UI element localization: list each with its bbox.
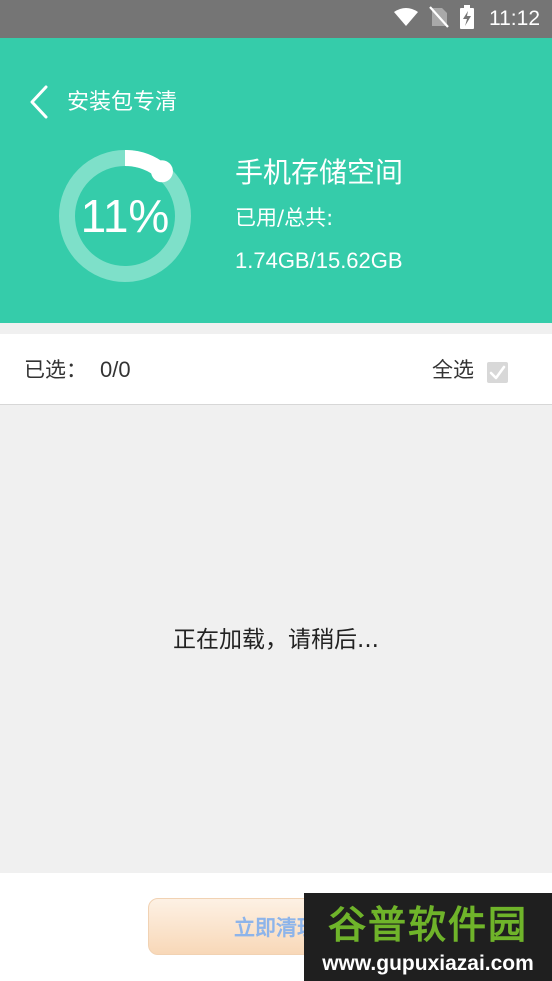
back-button[interactable] (22, 84, 56, 124)
usage-percent: 11% (80, 190, 170, 242)
storage-label: 已用/总共: (235, 206, 334, 230)
watermark: 谷普软件园 www.gupuxiazai.com (304, 893, 552, 981)
watermark-url: www.gupuxiazai.com (322, 952, 534, 975)
no-sim-icon (429, 6, 449, 32)
watermark-logo: 谷普软件园 (327, 903, 528, 947)
checkmark-icon (489, 365, 506, 380)
loading-message: 正在加载，请稍后... (173, 627, 379, 653)
chevron-left-icon (28, 84, 50, 124)
page-title: 安装包专清 (67, 90, 178, 115)
select-all-label[interactable]: 全选 (432, 356, 474, 384)
storage-title: 手机存储空间 (235, 156, 404, 189)
select-all-checkbox[interactable] (487, 362, 508, 383)
selection-bar: 已选： 0/0 全选 (0, 334, 552, 405)
header: 安装包专清 11% 手机存储空间 已用/总共: 1.74GB/15.62GB (0, 38, 552, 323)
wifi-icon (393, 7, 419, 31)
selected-label: 已选： (24, 358, 87, 382)
battery-charging-icon (459, 5, 475, 33)
status-time: 11:12 (489, 7, 540, 30)
status-bar: 11:12 (0, 0, 552, 38)
selected-count: 0/0 (100, 357, 131, 382)
status-icons: 11:12 (393, 0, 540, 38)
storage-value: 1.74GB/15.62GB (235, 248, 403, 273)
